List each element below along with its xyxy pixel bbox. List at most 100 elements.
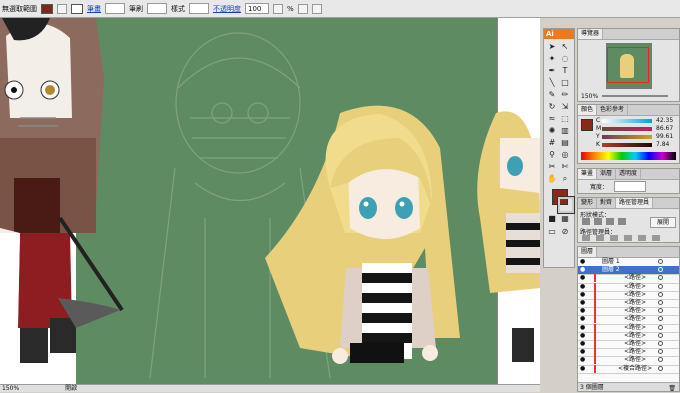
navigator-tab[interactable]: 導覽器: [578, 29, 604, 39]
navigator-preview[interactable]: [606, 43, 652, 89]
fill-dropdown[interactable]: [57, 3, 67, 14]
graph-tool-icon[interactable]: ▥: [560, 126, 570, 136]
blend-tool-icon[interactable]: ◎: [560, 150, 570, 160]
line-tool-icon[interactable]: ╲: [547, 78, 557, 88]
toolbox: Ai ➤ ↖ ✦ ◌ ✒ T ╲ □ ✎ ✏ ↻ ⇲ ≈ ⬚ ✺ ▥ # ▤ ⚲…: [543, 28, 575, 268]
document-setup-icon[interactable]: [297, 3, 308, 14]
yellow-slider[interactable]: Y 99.61: [596, 133, 676, 140]
color-fill-swatch[interactable]: [581, 119, 593, 131]
visibility-eye-icon[interactable]: ●: [580, 308, 588, 314]
brush-dropdown[interactable]: [147, 3, 167, 14]
outline-icon[interactable]: [638, 235, 646, 241]
opacity-input[interactable]: 100: [245, 3, 269, 14]
scissors-tool-icon[interactable]: ✄: [560, 162, 570, 172]
color-panel: 顏色 色彩參考 C 42.35 M 86.67 Y 99.61 K 7.84: [577, 104, 680, 164]
symbol-sprayer-tool-icon[interactable]: ✺: [547, 126, 557, 136]
gradient-mode-icon[interactable]: ▦: [560, 214, 570, 224]
right-character: [477, 111, 540, 362]
visibility-eye-icon[interactable]: ●: [580, 349, 588, 355]
minus-front-icon[interactable]: [594, 218, 602, 225]
color-tab[interactable]: 顏色: [578, 105, 598, 115]
visibility-eye-icon[interactable]: ●: [580, 283, 588, 290]
minus-back-icon[interactable]: [652, 235, 660, 241]
visibility-eye-icon[interactable]: ●: [580, 267, 588, 273]
opacity-link[interactable]: 不透明度: [213, 4, 241, 14]
slice-tool-icon[interactable]: ✂: [547, 162, 557, 172]
align-tab[interactable]: 對齊: [597, 198, 617, 208]
trim-icon[interactable]: [596, 235, 604, 241]
magenta-value[interactable]: 86.67: [656, 125, 673, 132]
rotate-tool-icon[interactable]: ↻: [547, 102, 557, 112]
mesh-tool-icon[interactable]: #: [547, 138, 557, 148]
zoom-tool-icon[interactable]: ⌕: [560, 174, 570, 184]
intersect-icon[interactable]: [606, 218, 614, 225]
pathfinder-tab[interactable]: 路徑管理員: [616, 198, 654, 208]
pen-tool-icon[interactable]: ✒: [547, 66, 557, 76]
visibility-eye-icon[interactable]: ●: [580, 300, 588, 306]
screen-mode-icon[interactable]: ▭: [547, 227, 557, 237]
layer-count: 3 個圖層: [580, 384, 604, 391]
stroke-link[interactable]: 筆畫: [87, 4, 101, 14]
crop-icon[interactable]: [624, 235, 632, 241]
rectangle-tool-icon[interactable]: □: [560, 78, 570, 88]
visibility-eye-icon[interactable]: ●: [580, 275, 588, 281]
fill-color-swatch[interactable]: [41, 3, 53, 14]
zoom-level[interactable]: 150%: [2, 385, 19, 392]
path-row[interactable]: ● <複合路徑>: [578, 364, 679, 374]
document-canvas[interactable]: [0, 18, 540, 384]
visibility-eye-icon[interactable]: ●: [580, 341, 588, 347]
visibility-eye-icon[interactable]: ●: [580, 332, 588, 339]
visibility-eye-icon[interactable]: ●: [580, 365, 588, 372]
paintbrush-tool-icon[interactable]: ✎: [547, 90, 557, 100]
divide-icon[interactable]: [582, 235, 590, 241]
gradient-tab[interactable]: 漸層: [597, 169, 617, 179]
unite-icon[interactable]: [582, 218, 590, 225]
navigator-zoom[interactable]: 150%: [581, 93, 598, 100]
lasso-tool-icon[interactable]: ◌: [560, 54, 570, 64]
exclude-icon[interactable]: [618, 218, 626, 225]
visibility-eye-icon[interactable]: ●: [580, 316, 588, 322]
color-spectrum[interactable]: [581, 152, 676, 160]
type-tool-icon[interactable]: T: [560, 66, 570, 76]
align-icon[interactable]: [311, 3, 322, 14]
warp-tool-icon[interactable]: ≈: [547, 114, 557, 124]
visibility-eye-icon[interactable]: ●: [580, 324, 588, 331]
merge-icon[interactable]: [610, 235, 618, 241]
visibility-eye-icon[interactable]: ●: [580, 357, 588, 363]
free-transform-tool-icon[interactable]: ⬚: [560, 114, 570, 124]
scale-tool-icon[interactable]: ⇲: [560, 102, 570, 112]
magenta-slider[interactable]: M 86.67: [596, 125, 676, 132]
navigator-panel: 導覽器 150%: [577, 28, 680, 102]
none-mode-icon[interactable]: ⊘: [560, 227, 570, 237]
cyan-slider[interactable]: C 42.35: [596, 117, 676, 124]
stroke-panel: 筆畫 漸層 透明度 寬度：: [577, 168, 680, 194]
stroke-swatch[interactable]: [557, 196, 575, 214]
stroke-width-input[interactable]: [614, 181, 646, 192]
visibility-eye-icon[interactable]: ●: [580, 259, 588, 265]
direct-selection-tool-icon[interactable]: ↖: [560, 42, 570, 52]
yellow-value[interactable]: 99.61: [656, 133, 673, 140]
hand-tool-icon[interactable]: ✋: [547, 174, 557, 184]
style-dropdown[interactable]: [189, 3, 209, 14]
selection-tool-icon[interactable]: ➤: [547, 42, 557, 52]
layers-tab[interactable]: 圖層: [578, 247, 598, 257]
cyan-value[interactable]: 42.35: [656, 117, 673, 124]
opacity-dropdown[interactable]: [273, 3, 283, 14]
black-slider[interactable]: K 7.84: [596, 141, 676, 148]
gradient-tool-icon[interactable]: ▤: [560, 138, 570, 148]
magic-wand-tool-icon[interactable]: ✦: [547, 54, 557, 64]
visibility-eye-icon[interactable]: ●: [580, 291, 588, 298]
transparency-tab[interactable]: 透明度: [616, 169, 642, 179]
stroke-tab[interactable]: 筆畫: [578, 169, 598, 179]
navigator-zoom-slider[interactable]: [602, 95, 668, 97]
transform-tab[interactable]: 變形: [578, 198, 598, 208]
eyedropper-tool-icon[interactable]: ⚲: [547, 150, 557, 160]
stroke-weight-dropdown[interactable]: [105, 3, 125, 14]
expand-button[interactable]: 展開: [650, 217, 676, 228]
black-value[interactable]: 7.84: [656, 141, 669, 148]
color-guide-tab[interactable]: 色彩參考: [597, 105, 629, 115]
pencil-tool-icon[interactable]: ✏: [560, 90, 570, 100]
stroke-color-swatch[interactable]: [71, 3, 83, 14]
main-character: [265, 105, 460, 364]
color-mode-icon[interactable]: ■: [547, 214, 557, 224]
